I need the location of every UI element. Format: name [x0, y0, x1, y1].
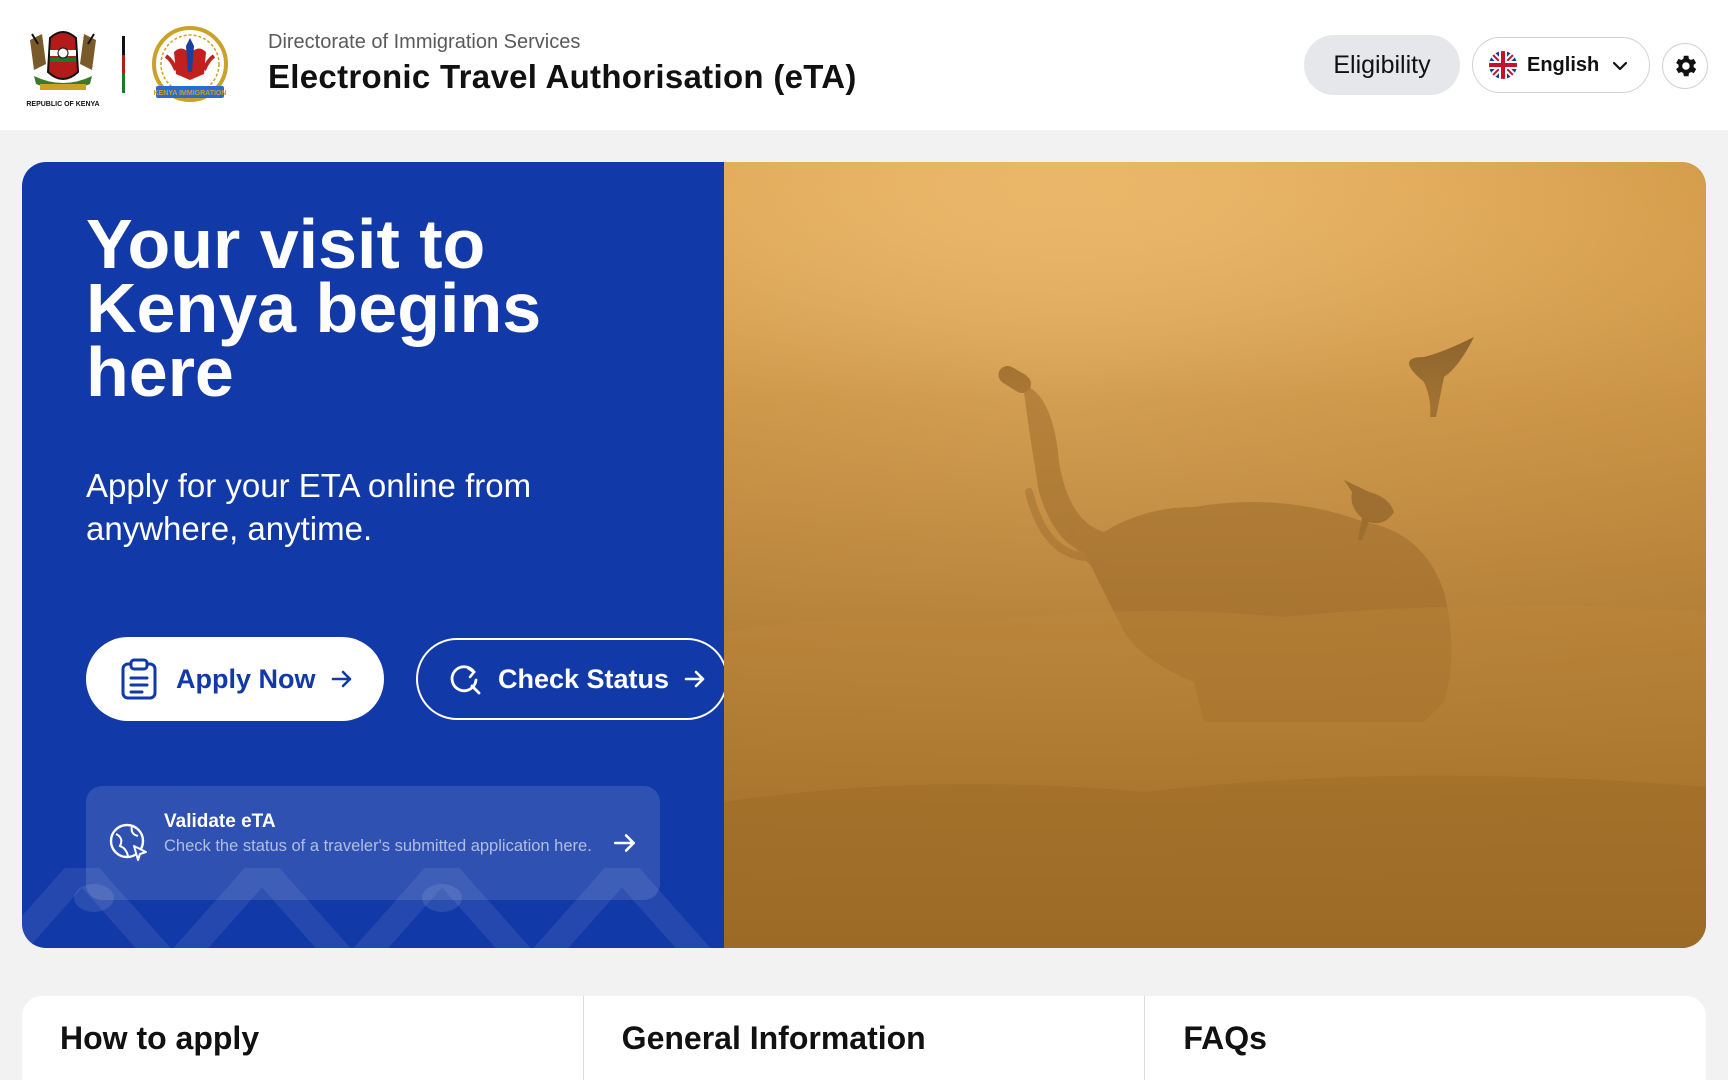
validate-eta-description: Check the status of a traveler's submitt…	[164, 837, 592, 855]
arrow-right-icon	[613, 834, 635, 852]
language-selector[interactable]: English	[1472, 37, 1650, 93]
clipboard-icon	[121, 658, 157, 700]
eligibility-button[interactable]: Eligibility	[1304, 35, 1460, 95]
tab-label: General Information	[621, 1020, 926, 1056]
hero-panel: Your visit to Kenya begins here Apply fo…	[22, 162, 724, 948]
search-status-icon	[450, 665, 481, 695]
chevron-down-icon	[1612, 61, 1628, 71]
kenya-coat-of-arms-logo[interactable]: REPUBLIC OF KENYA	[20, 20, 106, 110]
svg-text:REPUBLIC OF KENYA: REPUBLIC OF KENYA	[26, 101, 99, 108]
globe-cursor-icon	[109, 823, 147, 861]
svg-text:KENYA IMMIGRATION: KENYA IMMIGRATION	[154, 90, 227, 97]
validate-eta-title: Validate eTA	[164, 811, 276, 832]
hero-title: Your visit to Kenya begins here	[86, 205, 542, 411]
tab-how-to-apply[interactable]: How to apply	[22, 996, 583, 1080]
hero-subtitle: Apply for your ETA online from anywhere,…	[86, 467, 532, 547]
uk-flag-icon	[1489, 51, 1517, 79]
organization-name: Directorate of Immigration Services	[268, 31, 581, 53]
tab-faqs[interactable]: FAQs	[1144, 996, 1706, 1080]
check-status-button[interactable]: Check Status	[416, 638, 724, 720]
info-tabs: How to apply General Information FAQs	[22, 996, 1706, 1080]
apply-now-button[interactable]: Apply Now	[86, 637, 384, 721]
hero-banner: Your visit to Kenya begins here Apply fo…	[22, 162, 1706, 948]
tab-label: How to apply	[60, 1020, 260, 1056]
kenya-immigration-logo: KENYA IMMIGRATION	[146, 26, 234, 106]
gear-icon	[1676, 55, 1697, 77]
validate-eta-card[interactable]: Validate eTA Check the status of a trave…	[86, 786, 660, 900]
arrow-right-icon	[331, 670, 351, 688]
hero-elephant-image	[724, 162, 1706, 948]
logo-divider	[122, 36, 125, 94]
tab-general-information[interactable]: General Information	[582, 996, 1145, 1080]
check-status-label: Check Status	[498, 663, 670, 694]
site-header: REPUBLIC OF KENYA KENYA IMMIGRATION Dire…	[0, 0, 1728, 130]
arrow-right-icon	[684, 670, 705, 688]
language-label: English	[1527, 53, 1600, 76]
tab-label: FAQs	[1183, 1020, 1267, 1056]
apply-now-label: Apply Now	[176, 663, 316, 694]
app-title: Electronic Travel Authorisation (eTA)	[268, 58, 857, 95]
settings-button[interactable]	[1662, 43, 1708, 89]
